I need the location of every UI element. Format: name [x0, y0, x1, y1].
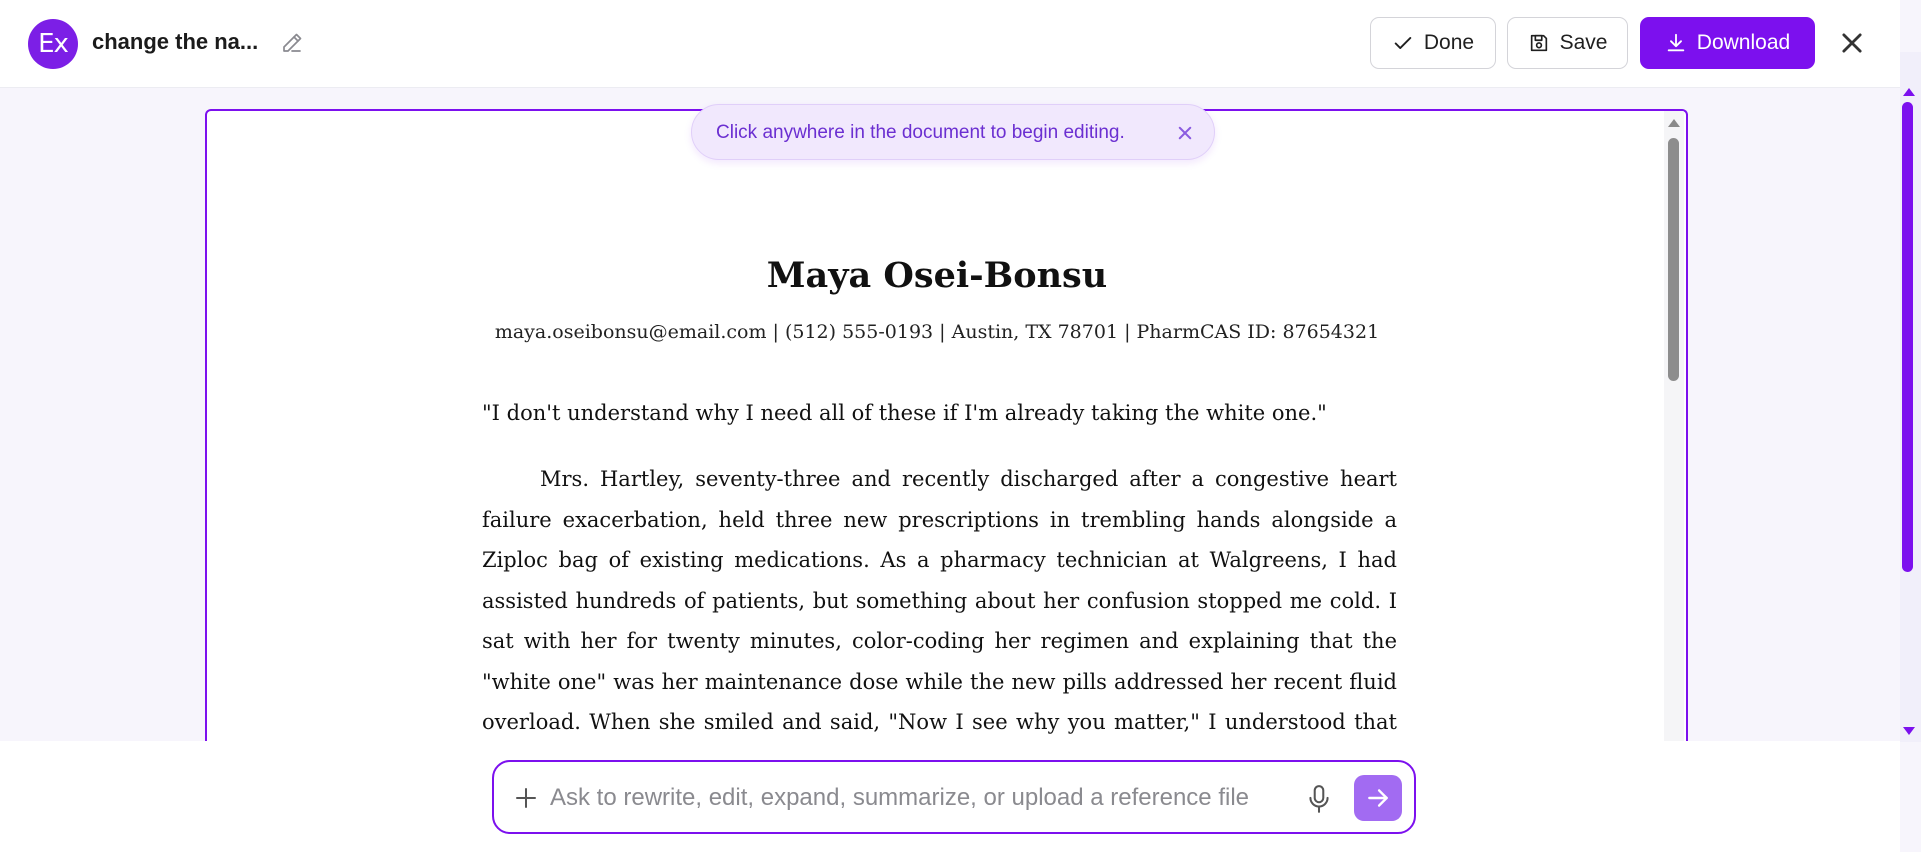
download-label: Download — [1696, 31, 1791, 54]
download-icon — [1667, 33, 1685, 52]
plus-icon[interactable] — [514, 786, 538, 810]
app-logo: Ex — [28, 19, 78, 69]
done-label: Done — [1423, 31, 1475, 54]
done-button[interactable]: Done — [1370, 17, 1496, 69]
close-icon[interactable] — [1176, 124, 1194, 142]
document-paragraph[interactable]: Mrs. Hartley, seventy-three and recently… — [482, 459, 1397, 749]
top-bar: Ex change the na... Done Save Download — [0, 0, 1900, 88]
document-title[interactable]: change the na... — [92, 29, 258, 55]
scroll-down-arrow-icon[interactable] — [1903, 727, 1915, 735]
prompt-input[interactable] — [550, 780, 1280, 816]
floppy-disk-icon — [1530, 34, 1547, 52]
doc-scrollbar-thumb[interactable] — [1668, 138, 1679, 381]
save-button[interactable]: Save — [1507, 17, 1628, 69]
send-button[interactable] — [1354, 775, 1402, 821]
close-icon[interactable] — [1838, 29, 1866, 57]
editing-tip-banner: Click anywhere in the document to begin … — [691, 104, 1215, 160]
scroll-up-arrow-icon[interactable] — [1903, 88, 1915, 96]
doc-scroll-up-arrow-icon[interactable] — [1668, 119, 1680, 127]
document-contact-line[interactable]: maya.oseibonsu@email.com | (512) 555-019… — [207, 321, 1667, 343]
document-editor[interactable]: Maya Osei-Bonsu maya.oseibonsu@email.com… — [205, 109, 1688, 749]
ai-prompt-box[interactable] — [492, 760, 1416, 834]
download-button[interactable]: Download — [1640, 17, 1815, 69]
arrow-right-icon — [1368, 789, 1388, 807]
tip-text: Click anywhere in the document to begin … — [716, 122, 1125, 143]
microphone-icon[interactable] — [1306, 784, 1332, 814]
document-opening-quote[interactable]: "I don't understand why I need all of th… — [482, 401, 1397, 425]
save-label: Save — [1559, 31, 1608, 54]
check-icon — [1394, 37, 1412, 49]
pencil-icon[interactable] — [280, 31, 304, 55]
page-scrollbar[interactable] — [1900, 52, 1921, 742]
document-scrollbar[interactable] — [1664, 111, 1684, 749]
document-heading-name[interactable]: Maya Osei-Bonsu — [207, 255, 1667, 296]
scrollbar-thumb[interactable] — [1902, 102, 1913, 572]
